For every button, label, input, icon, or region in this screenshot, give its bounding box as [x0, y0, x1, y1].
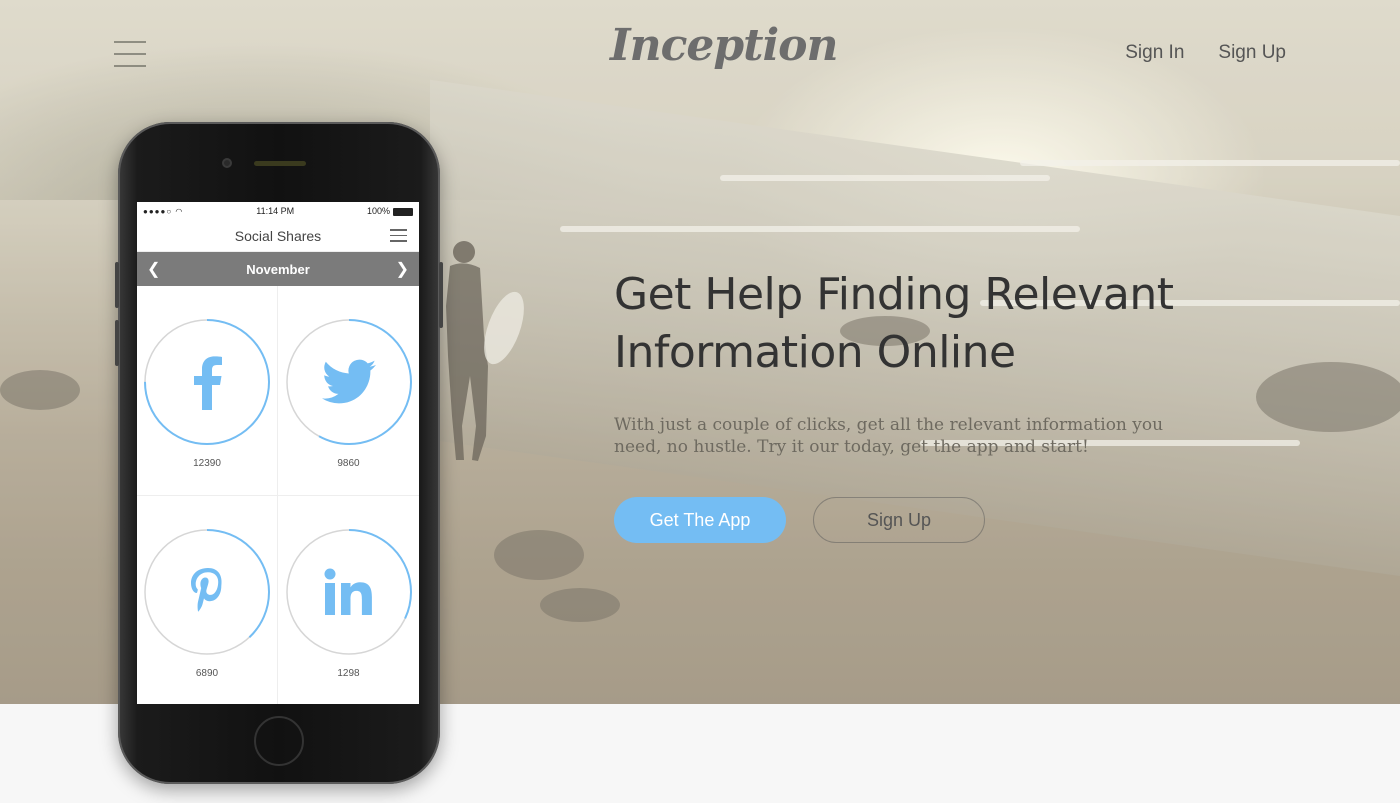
sign-up-link[interactable]: Sign Up — [1218, 42, 1286, 64]
share-count: 12390 — [193, 458, 221, 469]
next-month-chevron-icon[interactable]: ❯ — [396, 259, 409, 279]
sign-in-link[interactable]: Sign In — [1125, 42, 1184, 64]
app-header: Social Shares — [137, 220, 419, 252]
status-bar: ●●●●○ ◠ 11:14 PM 100% — [137, 202, 419, 220]
progress-ring — [285, 318, 413, 446]
hamburger-menu-icon[interactable] — [114, 41, 146, 69]
phone-screen: ●●●●○ ◠ 11:14 PM 100% Social Shares ❮ No… — [137, 202, 419, 704]
facebook-icon — [194, 356, 222, 410]
phone-mockup: ●●●●○ ◠ 11:14 PM 100% Social Shares ❮ No… — [115, 122, 443, 784]
share-tile-linkedin[interactable]: 1298 — [278, 496, 419, 704]
status-time: 11:14 PM — [256, 206, 295, 216]
top-nav: Sign In Sign Up — [1125, 42, 1286, 64]
shares-grid: 12390 9860 6890 1298 — [137, 286, 419, 704]
prev-month-chevron-icon[interactable]: ❮ — [147, 259, 160, 279]
twitter-icon — [321, 359, 376, 404]
share-count: 9860 — [337, 458, 360, 469]
battery-icon — [392, 207, 413, 216]
app-menu-icon[interactable] — [390, 229, 407, 243]
hero-headline: Get Help Finding Relevant Information On… — [614, 269, 1174, 378]
battery-indicator: 100% — [367, 206, 413, 216]
home-button[interactable] — [254, 716, 304, 766]
share-count: 1298 — [337, 668, 360, 679]
hero-subtext: With just a couple of clicks, get all th… — [614, 415, 1164, 457]
hero-sign-up-button[interactable]: Sign Up — [813, 497, 985, 543]
logo[interactable]: Inception — [610, 20, 839, 80]
progress-ring — [143, 318, 271, 446]
front-camera — [222, 158, 232, 168]
app-title: Social Shares — [234, 227, 322, 244]
pinterest-icon — [191, 568, 222, 612]
month-selector: ❮ November ❯ — [137, 252, 419, 286]
earpiece-speaker — [254, 161, 306, 166]
linkedin-icon — [324, 568, 372, 615]
share-tile-pinterest[interactable]: 6890 — [137, 496, 278, 704]
month-label: November — [246, 261, 310, 277]
progress-ring — [143, 528, 271, 656]
share-tile-twitter[interactable]: 9860 — [278, 286, 419, 496]
get-the-app-button[interactable]: Get The App — [614, 497, 786, 543]
share-count: 6890 — [195, 668, 219, 679]
progress-ring — [285, 528, 413, 656]
share-tile-facebook[interactable]: 12390 — [137, 286, 278, 496]
signal-icon: ●●●●○ ◠ — [143, 206, 184, 216]
